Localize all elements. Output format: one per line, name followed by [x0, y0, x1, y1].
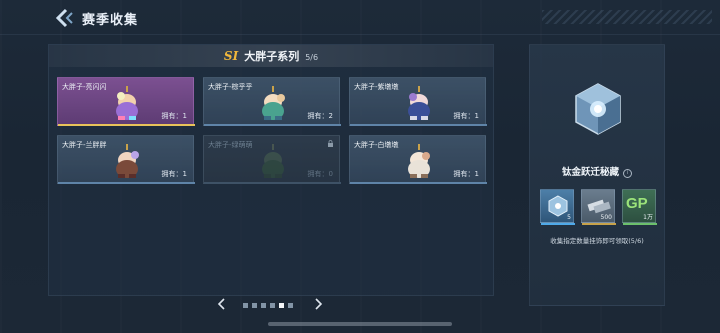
item-rarity-bar — [582, 223, 616, 225]
reward-item[interactable]: GP 1万 — [622, 189, 657, 225]
collection-panel: SI 大胖子系列 5/6 大胖子-亮闪闪 拥有：1 大胖子-棕乎乎 拥有：2 大… — [48, 44, 494, 296]
card-name: 大胖子-绿萌萌 — [208, 141, 253, 149]
owned-count: 拥有：1 — [453, 112, 479, 120]
header-divider — [0, 34, 720, 35]
toy-figure-icon — [262, 86, 285, 120]
gp-currency-icon: GP — [626, 195, 648, 212]
season-badge: SI — [223, 49, 239, 63]
collection-card[interactable]: 大胖子-紫墩墩 拥有：1 — [349, 77, 487, 126]
series-header: SI 大胖子系列 5/6 — [49, 48, 493, 64]
series-title: 大胖子系列 — [244, 50, 300, 63]
card-rarity-bar — [58, 124, 195, 126]
item-count: 500 — [600, 214, 612, 221]
owned-count: 拥有：0 — [307, 170, 333, 178]
card-name: 大胖子-兰胖胖 — [62, 141, 107, 149]
card-name: 大胖子-白墩墩 — [354, 141, 399, 149]
reward-item[interactable]: 500 — [581, 189, 616, 225]
titanium-cube-icon — [575, 83, 621, 135]
series-count: 5/6 — [305, 53, 319, 62]
card-name: 大胖子-紫墩墩 — [354, 83, 399, 91]
reward-item[interactable]: 5 — [540, 189, 575, 225]
toy-figure-icon — [116, 86, 138, 120]
card-rarity-bar — [204, 182, 341, 184]
owned-count: 拥有：1 — [161, 170, 187, 178]
header-decoration — [542, 10, 712, 24]
page-dot[interactable] — [270, 303, 275, 308]
reward-title-text: 钛金跃迁秘藏 — [561, 167, 619, 178]
chevron-right-icon[interactable] — [313, 298, 323, 310]
back-icon[interactable] — [52, 8, 74, 28]
page-indicator — [217, 298, 323, 312]
owned-count: 拥有：1 — [161, 112, 187, 120]
page-dot[interactable] — [261, 303, 266, 308]
card-rarity-bar — [204, 124, 341, 126]
toy-figure-icon — [408, 86, 430, 120]
reward-items: 5 500 GP 1万 — [540, 189, 660, 225]
page-dot[interactable] — [243, 303, 248, 308]
lock-icon — [328, 140, 333, 147]
toy-figure-icon — [116, 144, 139, 178]
collection-card[interactable]: 大胖子-白墩墩 拥有：1 — [349, 135, 487, 184]
toy-figure-icon — [408, 144, 430, 178]
owned-count: 拥有：2 — [307, 112, 333, 120]
card-name: 大胖子-亮闪闪 — [62, 83, 107, 91]
card-rarity-bar — [58, 182, 195, 184]
page-dot-active[interactable] — [279, 303, 284, 308]
card-rarity-bar — [350, 124, 487, 126]
home-indicator[interactable] — [268, 322, 452, 326]
collection-card[interactable]: 大胖子-兰胖胖 拥有：1 — [57, 135, 195, 184]
collection-card[interactable]: 大胖子-亮闪闪 拥有：1 — [57, 77, 195, 126]
item-count: 5 — [567, 214, 571, 221]
card-rarity-bar — [350, 182, 487, 184]
page-dot[interactable] — [252, 303, 257, 308]
reward-panel: 钛金跃迁秘藏 i 5 500 GP 1万 收集指定数量挂饰即可领取(5/6) — [529, 44, 665, 306]
reward-description: 收集指定数量挂饰即可领取(5/6) — [550, 237, 644, 245]
collection-card[interactable]: 大胖子-棕乎乎 拥有：2 — [203, 77, 341, 126]
chevron-left-icon[interactable] — [217, 298, 227, 310]
item-rarity-bar — [541, 223, 575, 225]
card-name: 大胖子-棕乎乎 — [208, 83, 253, 91]
collection-card-locked[interactable]: 大胖子-绿萌萌 拥有：0 — [203, 135, 341, 184]
page-title: 赛季收集 — [82, 13, 139, 28]
item-rarity-bar — [623, 223, 657, 225]
info-icon[interactable]: i — [623, 169, 632, 178]
material-chips-icon — [587, 199, 611, 214]
owned-count: 拥有：1 — [453, 170, 479, 178]
toy-figure-icon — [262, 144, 284, 178]
item-count: 1万 — [643, 214, 653, 221]
page-dot[interactable] — [288, 303, 293, 308]
reward-title: 钛金跃迁秘藏 i — [530, 164, 664, 178]
top-bar: 赛季收集 — [0, 0, 720, 36]
